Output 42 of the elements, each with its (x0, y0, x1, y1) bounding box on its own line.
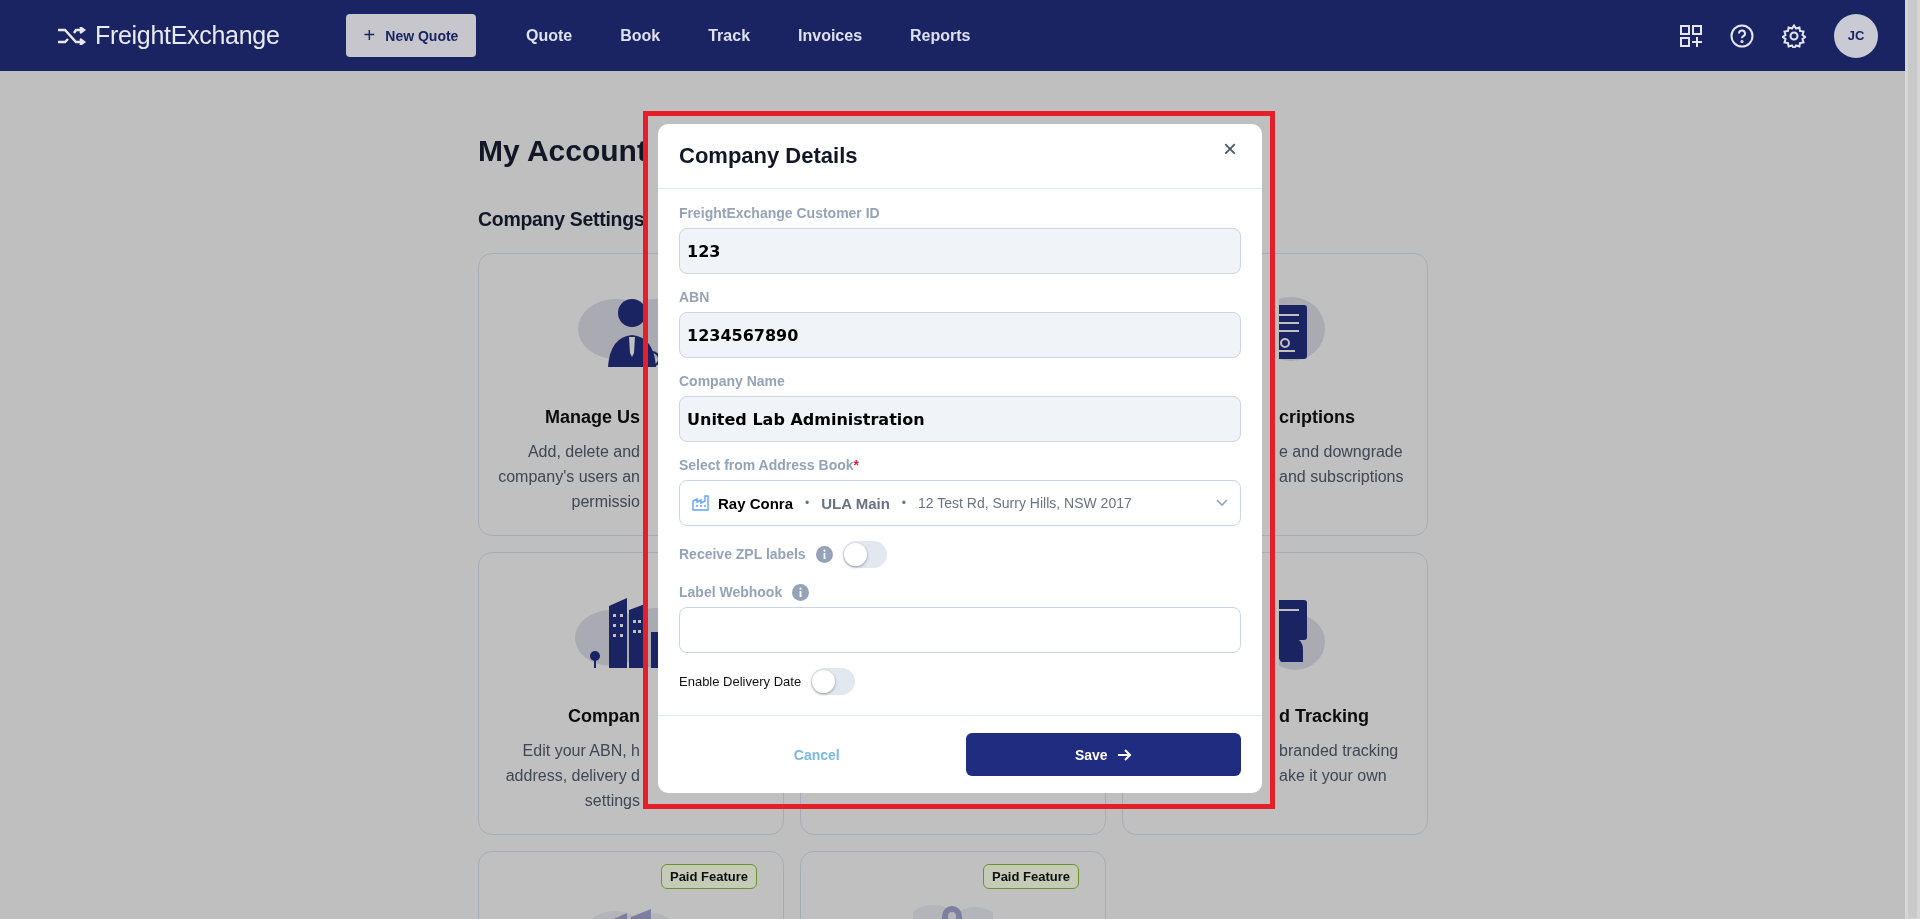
paid-feature-badge: Paid Feature (660, 864, 757, 889)
text-field[interactable]: 123 (679, 228, 1241, 274)
separator-dot: • (804, 496, 811, 510)
card-description: ake it your own (1279, 766, 1387, 786)
nav-link[interactable]: Invoices (774, 18, 887, 53)
separator-dot: • (900, 496, 908, 510)
paid-feature-badge: Paid Feature (982, 864, 1079, 889)
close-button[interactable]: × (1219, 137, 1241, 161)
nav-link[interactable]: Reports (886, 18, 995, 53)
card-description: Edit your ABN, h (522, 741, 640, 761)
field-label: Company Name (679, 373, 785, 389)
field-label: FreightExchange Customer ID (679, 205, 880, 221)
address-part: ULA Main (821, 494, 890, 512)
dialog-title: Company Details (679, 143, 858, 169)
settings-card[interactable]: Paid Feature (800, 851, 1106, 919)
card-title: Compan (568, 705, 640, 728)
nav-link[interactable]: Book (596, 18, 685, 53)
save-button[interactable]: Save (965, 733, 1241, 776)
card-description: branded tracking (1279, 741, 1399, 761)
new-quote-button[interactable]: + New Quote (346, 14, 476, 57)
user-avatar[interactable]: JC (1834, 13, 1878, 58)
address-select[interactable]: Ray Conra • ULA Main • 12 Test Rd, Surry Hills, NSW 2017 (679, 480, 1241, 526)
field-label: ABN (679, 289, 710, 305)
text-field[interactable]: United Lab Administration (679, 396, 1241, 442)
nav-link[interactable]: Track (684, 18, 775, 53)
card-description: and subscriptions (1279, 467, 1404, 487)
card-title: Manage Us (544, 406, 640, 429)
field-label: Label Webhook (679, 584, 783, 600)
card-description: address, delivery d (505, 766, 640, 786)
card-description: permissio (571, 492, 640, 512)
card-description: settings (584, 791, 640, 811)
page-title: My Account (478, 133, 647, 169)
nav-link[interactable]: Quote (502, 18, 597, 53)
card-description: company's users an (498, 467, 640, 487)
card-title: d Tracking (1279, 705, 1370, 728)
card-title: criptions (1279, 406, 1355, 429)
settings-card[interactable]: Paid Feature (478, 851, 784, 919)
brand-logo[interactable]: FreightExchange (95, 21, 280, 50)
card-description: e and downgrade (1279, 442, 1403, 462)
card-description: Add, delete and (527, 442, 640, 462)
text-field[interactable]: 1234567890 (679, 312, 1241, 358)
section-title: Company Settings (478, 207, 645, 232)
